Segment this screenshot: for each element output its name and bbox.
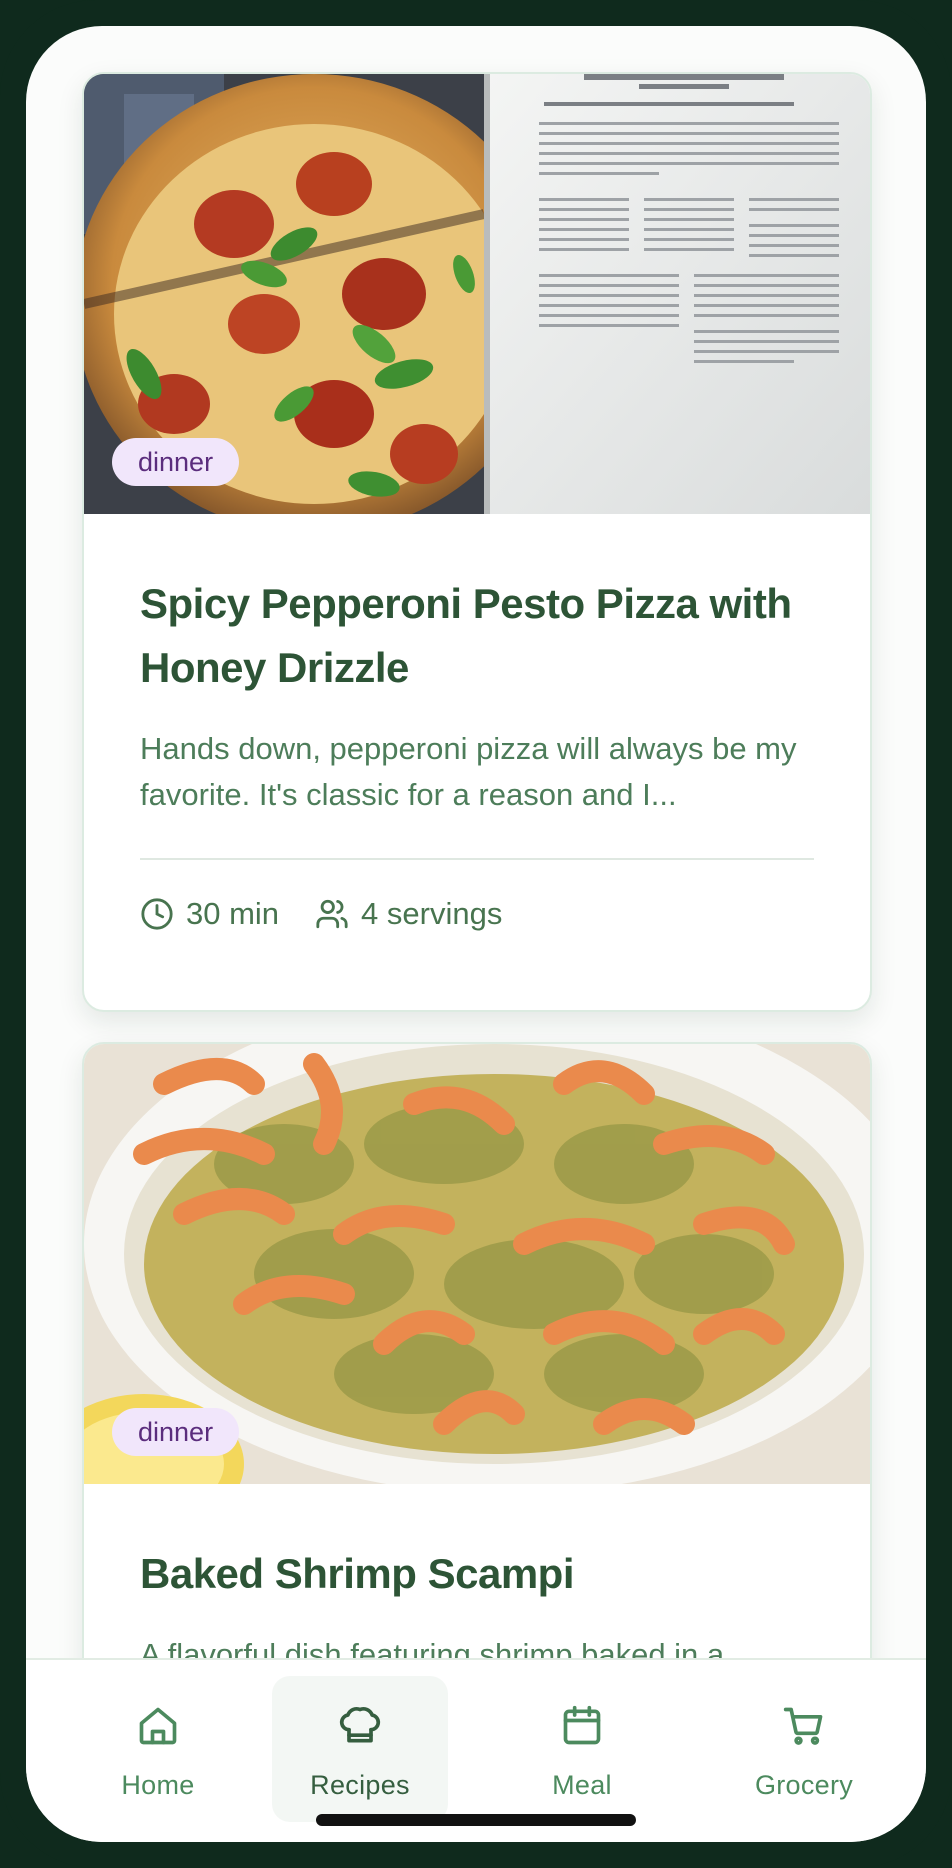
- recipe-photo: dinner: [84, 74, 870, 514]
- nav-item-home[interactable]: Home: [70, 1676, 246, 1822]
- divider: [140, 858, 814, 860]
- recipe-description: Hands down, pepperoni pizza will always …: [140, 731, 797, 812]
- chef-hat-icon: [339, 1707, 381, 1743]
- recipe-photo: dinner: [84, 1044, 870, 1484]
- nav-label: Grocery: [754, 1770, 854, 1800]
- device-frame: dinner Spicy Pepperoni Pesto Pizza with …: [0, 0, 952, 1868]
- home-indicator[interactable]: [316, 1814, 636, 1826]
- recipe-card[interactable]: dinner Baked Shrimp Scampi A flavorful d…: [82, 1042, 872, 1658]
- clock-icon: [141, 898, 173, 930]
- nav-item-grocery[interactable]: Grocery: [716, 1676, 892, 1822]
- category-tag: dinner: [112, 1408, 240, 1456]
- cook-time: 30 min: [140, 896, 279, 932]
- screen: dinner Spicy Pepperoni Pesto Pizza with …: [26, 26, 926, 1842]
- nav-label: Meal: [552, 1770, 612, 1800]
- nav-label: Recipes: [310, 1770, 410, 1800]
- home-icon: [139, 1707, 177, 1745]
- recipe-card[interactable]: dinner Spicy Pepperoni Pesto Pizza with …: [82, 72, 872, 1012]
- nav-item-recipes[interactable]: Recipes: [272, 1676, 448, 1822]
- recipe-description: A flavorful dish featuring shrimp baked …: [140, 1637, 725, 1658]
- recipe-feed[interactable]: dinner Spicy Pepperoni Pesto Pizza with …: [26, 26, 926, 1658]
- recipe-meta: 30 min 4 servings: [140, 896, 814, 932]
- nav-item-meal[interactable]: Meal: [494, 1676, 670, 1822]
- cart-icon: [783, 1707, 823, 1745]
- nav-label: Home: [121, 1770, 195, 1800]
- recipe-card-body: Spicy Pepperoni Pesto Pizza with Honey D…: [84, 514, 870, 932]
- servings: 4 servings: [315, 896, 502, 932]
- servings-value: 4 servings: [361, 896, 503, 931]
- users-icon: [316, 899, 348, 929]
- calendar-icon: [563, 1705, 601, 1745]
- recipe-title[interactable]: Baked Shrimp Scampi: [140, 1542, 814, 1606]
- category-tag: dinner: [112, 438, 240, 486]
- recipe-card-body: Baked Shrimp Scampi A flavorful dish fea…: [84, 1484, 870, 1658]
- recipe-title[interactable]: Spicy Pepperoni Pesto Pizza with Honey D…: [140, 572, 814, 700]
- cook-time-value: 30 min: [186, 896, 280, 931]
